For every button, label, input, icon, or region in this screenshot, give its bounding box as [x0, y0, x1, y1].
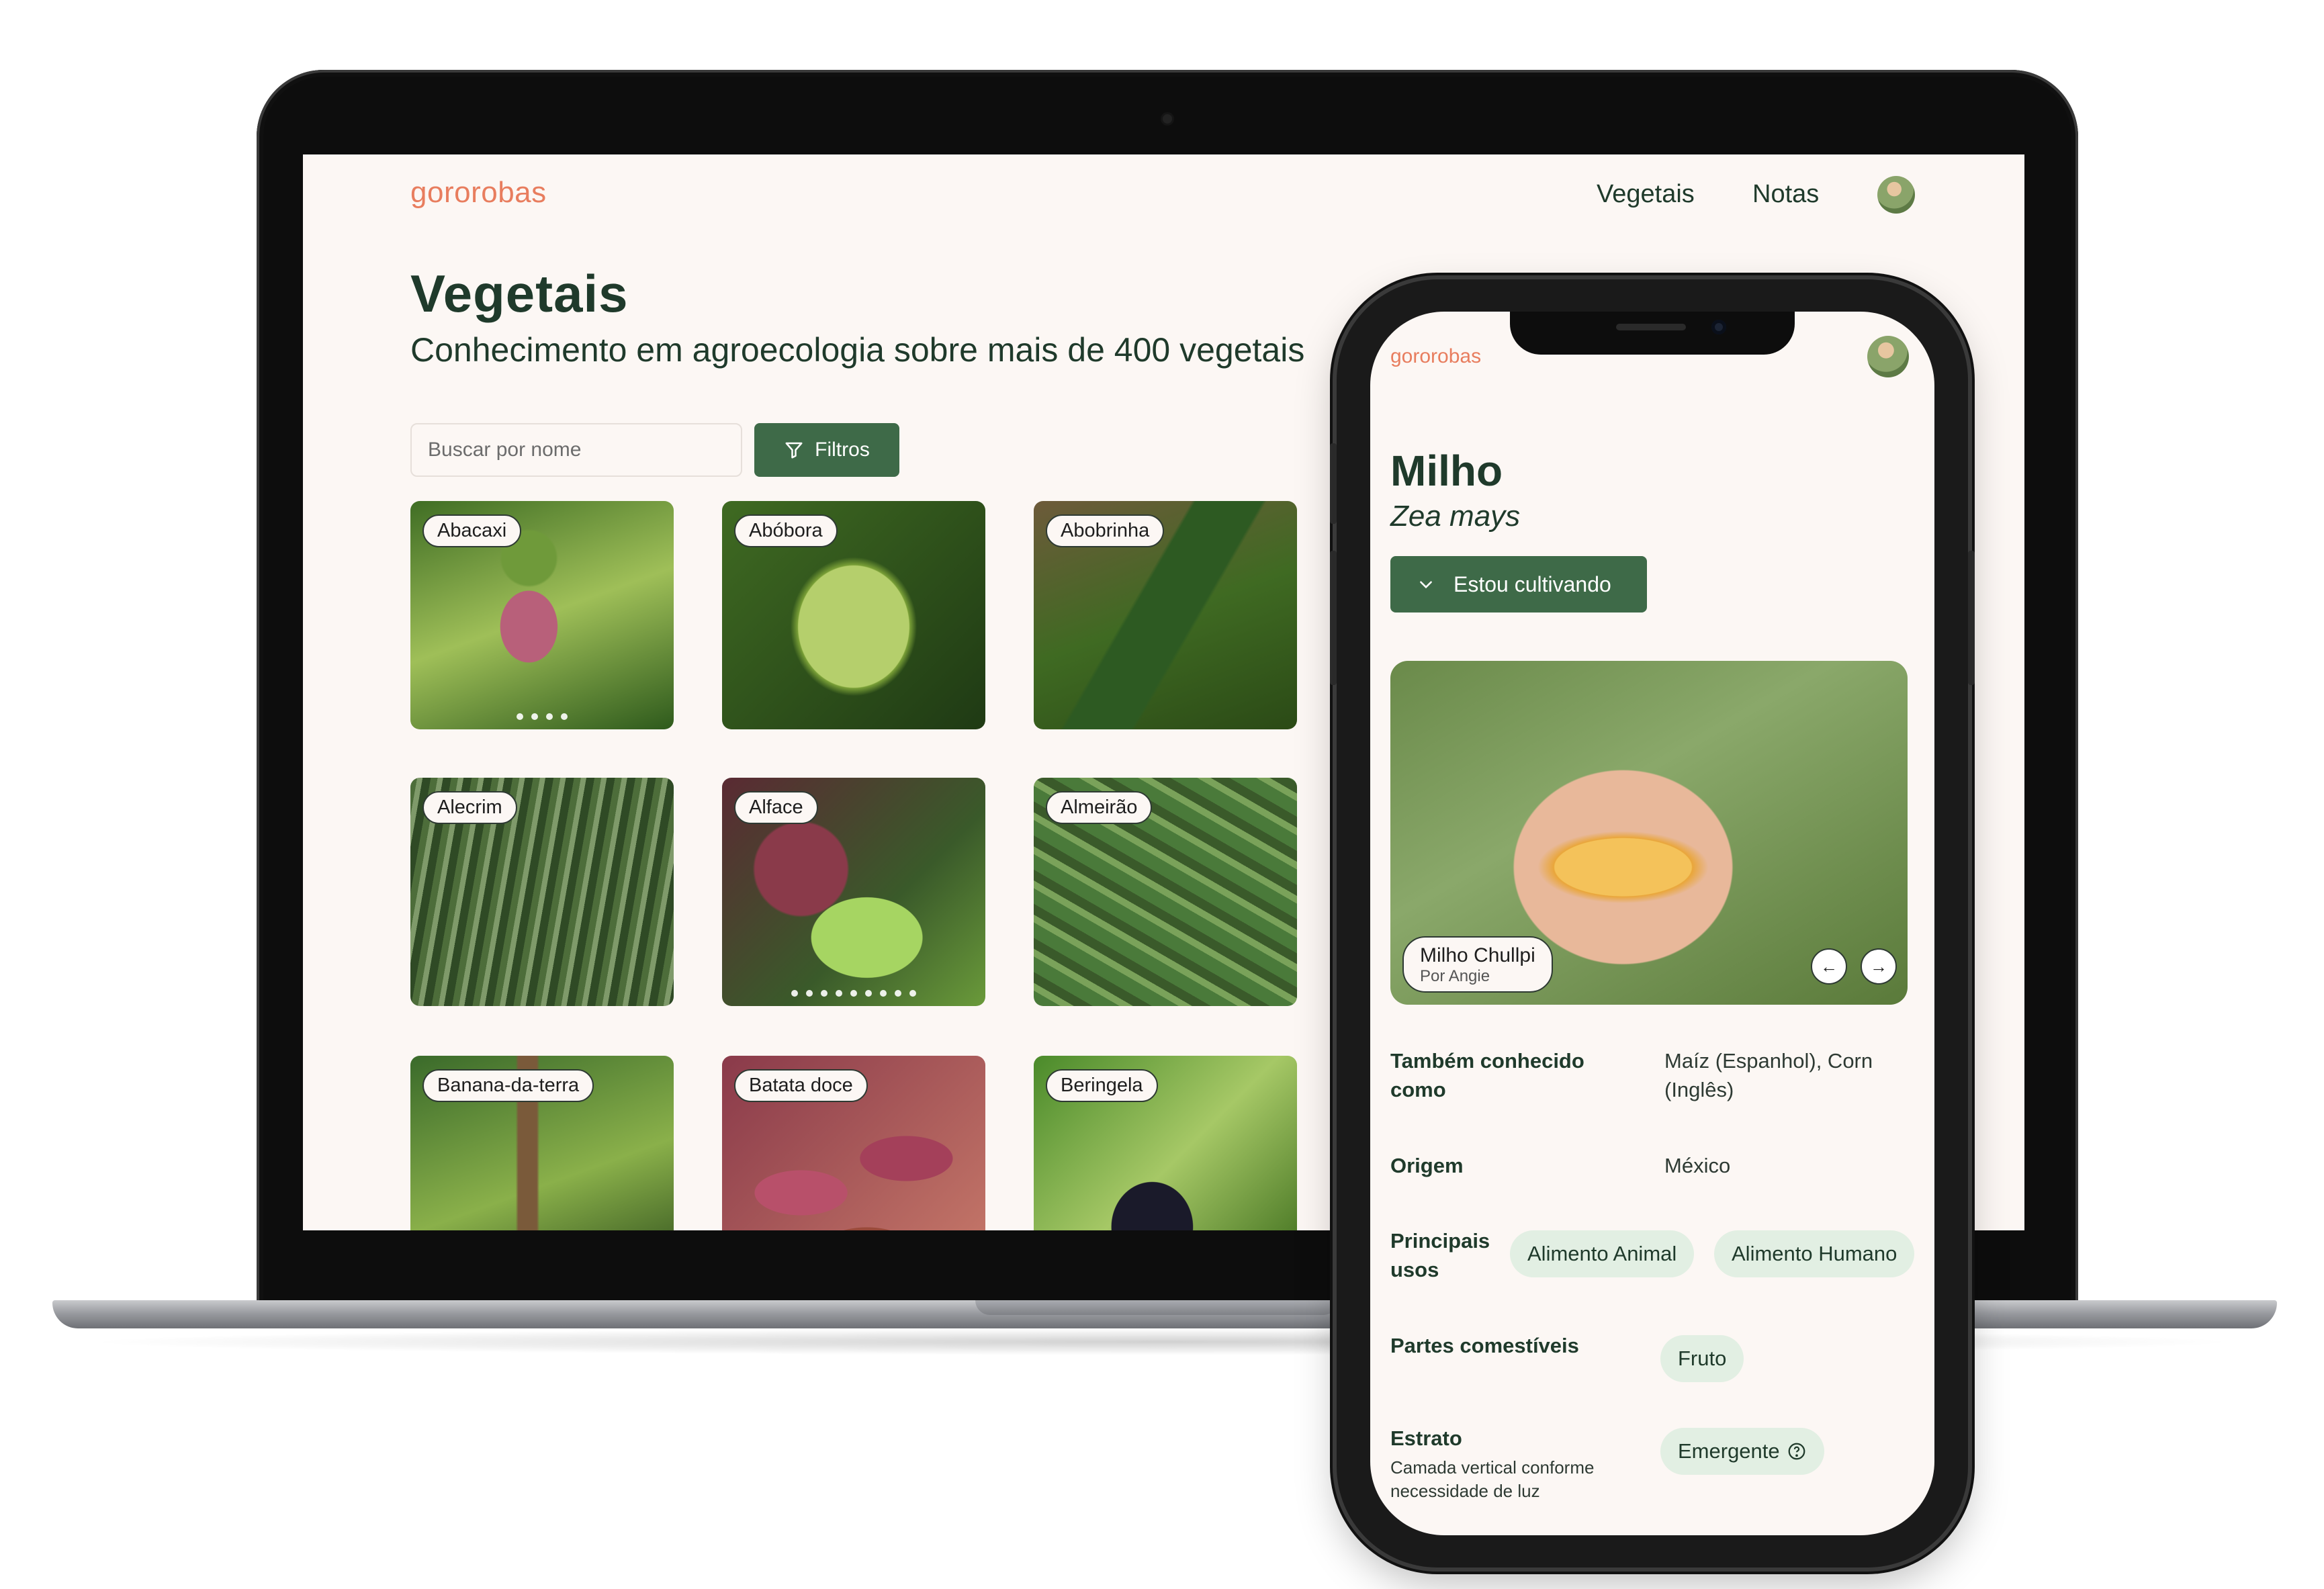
phone-side-button — [1968, 551, 1975, 685]
photo-caption: Milho Chullpi Por Angie — [1402, 936, 1553, 993]
stratum-note: Camada vertical conforme necessidade de … — [1390, 1457, 1595, 1502]
phone-side-button — [1330, 443, 1337, 524]
filter-label: Filtros — [815, 439, 870, 461]
vegetable-card-almeirao[interactable]: Almeirão — [1034, 778, 1297, 1006]
nav-notas[interactable]: Notas — [1752, 180, 1819, 209]
avatar[interactable] — [1867, 336, 1909, 377]
page-subtitle: Conhecimento em agroecologia sobre mais … — [410, 331, 1305, 369]
origin-label: Origem — [1390, 1154, 1464, 1177]
brand-logo[interactable]: gororobas — [1390, 345, 1481, 368]
brand-logo[interactable]: gororobas — [410, 176, 547, 210]
laptop-opening-notch — [975, 1300, 1338, 1315]
vegetable-card-batata-doce[interactable]: Batata doce — [722, 1056, 985, 1230]
also-known-label: Também conhecido como — [1390, 1049, 1584, 1102]
mobile-screen: gororobas Milho Zea mays Estou cultivand… — [1370, 312, 1934, 1535]
stratum-value: Emergente — [1678, 1439, 1780, 1463]
search-input[interactable] — [410, 423, 742, 477]
card-label: Batata doce — [734, 1069, 868, 1102]
speaker-icon — [1616, 324, 1686, 330]
phone-side-button — [1330, 551, 1337, 685]
camera-icon — [1711, 320, 1726, 334]
filter-button[interactable]: Filtros — [754, 423, 899, 477]
also-known-value: Maíz (Espanhol), Corn (Inglês) — [1664, 1049, 1873, 1102]
use-chip: Alimento Animal — [1510, 1230, 1695, 1277]
cultivating-label: Estou cultivando — [1454, 572, 1611, 596]
stratum-label: Estrato — [1390, 1426, 1462, 1450]
webcam-icon — [1163, 114, 1172, 124]
card-label: Alecrim — [422, 791, 517, 824]
help-circle-icon[interactable] — [1787, 1441, 1807, 1461]
avatar[interactable] — [1877, 176, 1915, 214]
vegetable-card-beringela[interactable]: Beringela — [1034, 1056, 1297, 1230]
vegetable-photo[interactable]: Milho Chullpi Por Angie ← → — [1390, 661, 1908, 1005]
origin-value: México — [1664, 1154, 1731, 1177]
card-label: Abacaxi — [422, 514, 522, 547]
card-label: Alface — [734, 791, 818, 824]
chevron-down-icon — [1420, 581, 1432, 589]
photo-credit: Por Angie — [1420, 967, 1490, 985]
vegetable-card-banana-da-terra[interactable]: Banana-da-terra — [410, 1056, 674, 1230]
carousel-dots — [722, 990, 985, 997]
filter-icon — [785, 442, 803, 459]
stratum-chip[interactable]: Emergente — [1660, 1428, 1824, 1475]
vegetable-title: Milho — [1390, 447, 1503, 495]
card-label: Abobrinha — [1046, 514, 1165, 547]
page-title: Vegetais — [410, 264, 629, 323]
nav-vegetais[interactable]: Vegetais — [1597, 180, 1695, 209]
arrow-left-icon[interactable]: ← — [1811, 948, 1847, 985]
vegetable-card-abobora[interactable]: Abóbora — [722, 501, 985, 729]
card-label: Banana-da-terra — [422, 1069, 594, 1102]
photo-caption-title: Milho Chullpi — [1420, 944, 1535, 966]
uses-label: Principais usos — [1390, 1229, 1490, 1282]
vegetable-card-alecrim[interactable]: Alecrim — [410, 778, 674, 1006]
vegetable-card-alface[interactable]: Alface — [722, 778, 985, 1006]
vegetable-card-abacaxi[interactable]: Abacaxi — [410, 501, 674, 729]
cultivating-button[interactable]: Estou cultivando — [1390, 556, 1647, 612]
arrow-right-icon[interactable]: → — [1861, 948, 1897, 985]
card-label: Abóbora — [734, 514, 838, 547]
carousel-dots — [410, 713, 674, 720]
edible-parts-label: Partes comestíveis — [1390, 1334, 1579, 1357]
edible-part-chip: Fruto — [1660, 1335, 1744, 1382]
vegetable-card-abobrinha[interactable]: Abobrinha — [1034, 501, 1297, 729]
scientific-name: Zea mays — [1390, 500, 1521, 533]
card-label: Almeirão — [1046, 791, 1153, 824]
use-chip: Alimento Humano — [1714, 1230, 1915, 1277]
phone-notch — [1510, 312, 1795, 355]
card-label: Beringela — [1046, 1069, 1158, 1102]
